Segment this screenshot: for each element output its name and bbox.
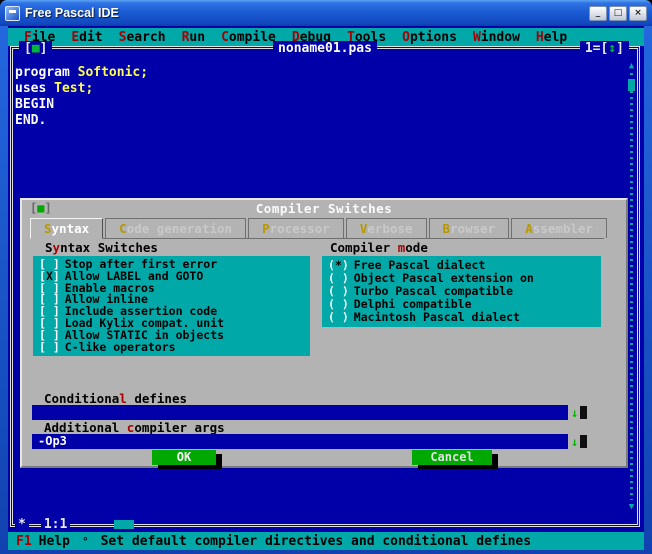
- compiler-args-input[interactable]: -Op3: [32, 434, 568, 449]
- editor-title: noname01.pas: [273, 41, 377, 56]
- dialog-close-icon[interactable]: [■]: [30, 201, 52, 215]
- compiler-switches-dialog: [■] Compiler Switches Syntax Code genera…: [20, 198, 628, 468]
- menu-item-window[interactable]: Window: [465, 30, 528, 45]
- compiler-args-label: Additional compiler args: [44, 420, 225, 435]
- menu-item-search[interactable]: Search: [111, 30, 174, 45]
- app-window: Free Pascal IDE _ □ × File Edit Search R…: [0, 0, 652, 554]
- tab-syntax[interactable]: Syntax: [30, 218, 104, 239]
- cancel-button[interactable]: Cancel: [412, 450, 492, 465]
- close-button[interactable]: ×: [629, 5, 647, 21]
- editor-status-line: * 1:1: [15, 517, 135, 532]
- close-icon: ×: [634, 7, 642, 18]
- menu-item-edit[interactable]: Edit: [63, 30, 110, 45]
- menu-item-options[interactable]: Options: [394, 30, 465, 45]
- code-line: uses Test;: [15, 81, 94, 96]
- dialog-titlebar: [■] Compiler Switches: [22, 200, 626, 217]
- dialog-title: Compiler Switches: [255, 201, 393, 216]
- dialog-tabs: Syntax Code generation Processor Verbose…: [30, 218, 607, 239]
- syntax-switches-group: [ ] Stop after first error [X] Allow LABEL…: [33, 256, 310, 356]
- tab-browser[interactable]: Browser: [428, 218, 510, 238]
- code-line: BEGIN: [15, 97, 55, 112]
- app-icon: [5, 5, 20, 21]
- menu-item-run[interactable]: Run: [174, 30, 213, 45]
- editor-close-icon[interactable]: [■]: [19, 41, 53, 56]
- status-bar: F1 Help ° Set default compiler directive…: [8, 532, 644, 550]
- maximize-icon: □: [613, 7, 623, 18]
- tab-verbose[interactable]: Verbose: [345, 218, 427, 238]
- menu-item-help[interactable]: Help: [528, 30, 575, 45]
- window-controls: _ □ ×: [589, 5, 647, 21]
- scroll-down-icon[interactable]: ▼: [629, 502, 634, 512]
- code-area[interactable]: program Softonic; uses Test; BEGIN END.: [15, 65, 148, 129]
- code-line: program Softonic;: [15, 65, 149, 80]
- checkbox-c-like-operators[interactable]: [ ] C-like operators: [33, 341, 310, 354]
- compiler-mode-label: Compiler mode: [330, 240, 428, 255]
- maximize-button[interactable]: □: [609, 5, 627, 21]
- scroll-up-icon[interactable]: ▲: [629, 61, 634, 71]
- statusbar-separator: °: [81, 534, 89, 548]
- history-block: [580, 406, 588, 419]
- editor-zoom-icon[interactable]: 1=[↕]: [579, 41, 629, 56]
- cursor-position: 1:1: [40, 517, 71, 532]
- h-scrollbar-thumb[interactable]: [114, 520, 135, 529]
- f1-shortcut-label[interactable]: Help: [39, 534, 70, 549]
- radio-macintosh-pascal-dialect[interactable]: ( ) Macintosh Pascal dialect: [322, 311, 601, 324]
- history-arrow-icon: ↓: [571, 434, 579, 449]
- conditional-defines-label: Conditional defines: [44, 391, 188, 406]
- statusbar-message: Set default compiler directives and cond…: [100, 533, 532, 549]
- minimize-icon: _: [595, 7, 601, 18]
- window-titlebar[interactable]: Free Pascal IDE _ □ ×: [0, 0, 652, 26]
- ide-screen: File Edit Search Run Compile Debug Tools…: [8, 26, 644, 550]
- history-block: [580, 435, 588, 448]
- scrollbar-thumb[interactable]: [628, 79, 635, 91]
- scrollbar-track[interactable]: [628, 73, 635, 500]
- tab-assembler[interactable]: Assembler: [511, 218, 607, 238]
- history-arrow-icon: ↓: [571, 405, 579, 420]
- conditional-defines-input[interactable]: [32, 405, 568, 420]
- compiler-args-history-icon[interactable]: ↓: [571, 434, 605, 449]
- conditional-defines-history-icon[interactable]: ↓: [571, 405, 605, 420]
- tab-processor[interactable]: Processor: [248, 218, 344, 238]
- syntax-switches-label: Syntax Switches: [45, 240, 158, 255]
- code-line: END.: [15, 113, 47, 128]
- ok-button[interactable]: OK: [152, 450, 216, 465]
- tab-code-generation[interactable]: Code generation: [105, 218, 247, 238]
- f1-shortcut-key[interactable]: F1: [16, 534, 32, 549]
- minimize-button[interactable]: _: [589, 5, 607, 21]
- modified-indicator: *: [15, 517, 29, 532]
- window-title: Free Pascal IDE: [25, 6, 119, 20]
- compiler-mode-group: (*) Free Pascal dialect ( ) Object Pascal …: [322, 256, 601, 327]
